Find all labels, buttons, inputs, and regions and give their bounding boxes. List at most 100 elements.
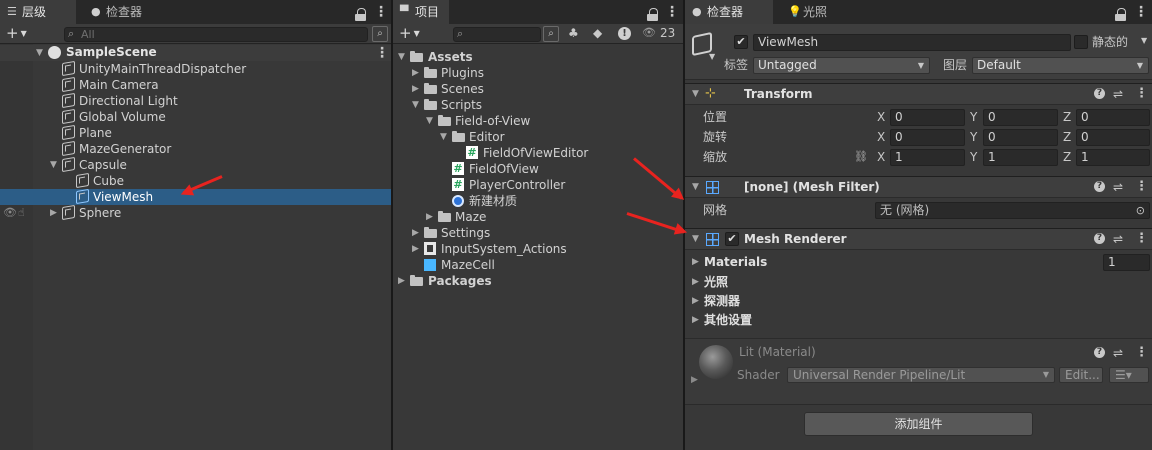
axis-y-label[interactable]: Y [970,109,977,126]
collapse-arrow-icon[interactable]: ▶ [398,273,408,289]
component-menu-icon[interactable]: ⋮ [1135,86,1148,102]
project-tree-item[interactable]: # FieldOfViewEditor [393,145,683,161]
hierarchy-item[interactable]: Plane [0,124,391,141]
project-tree-item[interactable]: ▼ Assets [393,49,683,65]
icon-dropdown-arrow-icon[interactable]: ▼ [709,52,715,61]
axis-x-label[interactable]: X [877,129,885,146]
collapse-arrow-icon[interactable]: ▶ [412,81,422,97]
tag-dropdown[interactable]: Untagged [753,57,930,74]
hierarchy-item[interactable]: MazeGenerator [0,140,391,157]
presets-icon[interactable]: ⇌ [1113,345,1123,361]
shader-options-button[interactable]: ☰▾ [1109,367,1149,383]
presets-icon[interactable]: ⇌ [1113,86,1123,102]
collapse-arrow-icon[interactable]: ▶ [692,254,699,271]
collapse-arrow-icon[interactable]: ▶ [50,205,60,221]
expand-arrow-icon[interactable]: ▼ [426,113,436,129]
other-settings-foldout[interactable]: ▶ 其他设置 [685,312,885,329]
collapse-arrow-icon[interactable]: ▶ [426,209,436,225]
position-y-field[interactable]: 0 [983,109,1058,126]
layer-dropdown[interactable]: Default [972,57,1149,74]
axis-y-label[interactable]: Y [970,129,977,146]
hierarchy-item[interactable]: UnityMainThreadDispatcher [0,60,391,77]
rotation-x-field[interactable]: 0 [890,129,965,146]
presets-icon[interactable]: ⇌ [1113,179,1123,195]
axis-x-label[interactable]: X [877,149,885,166]
project-tree-item[interactable]: ▶ InputSystem_Actions [393,241,683,257]
search-mode-icon[interactable]: ⌕ [543,26,559,42]
collapse-arrow-icon[interactable]: ▶ [691,375,698,385]
collapse-arrow-icon[interactable]: ▶ [692,274,699,291]
scale-y-field[interactable]: 1 [983,149,1058,166]
mesh-object-field[interactable]: 无 (网格) ⊙ [875,202,1150,219]
mesh-renderer-header[interactable]: ▼ ✔ Mesh Renderer ? ⇌ ⋮ [685,228,1152,250]
axis-x-label[interactable]: X [877,109,885,126]
hidden-packages-icon[interactable]: 👁 [642,26,656,39]
project-tree-item[interactable]: # PlayerController [393,177,683,193]
help-icon[interactable]: ? [1094,233,1105,244]
static-dropdown-arrow-icon[interactable]: ▼ [1141,36,1147,45]
edit-shader-button[interactable]: Edit... [1059,367,1103,383]
lighting-foldout[interactable]: ▶ 光照 [685,274,885,291]
expand-arrow-icon[interactable]: ▼ [440,129,450,145]
hierarchy-item[interactable]: ▼ Capsule [0,156,391,173]
expand-arrow-icon[interactable]: ▼ [692,177,702,197]
rotation-z-field[interactable]: 0 [1076,129,1150,146]
log-warning-icon[interactable]: ! [618,27,631,40]
collapse-arrow-icon[interactable]: ▶ [692,312,699,329]
project-tree-item[interactable]: MazeCell [393,257,683,273]
mesh-renderer-enabled-checkbox[interactable]: ✔ [725,232,739,246]
tab-lighting[interactable]: 💡 光照 [781,0,851,24]
mesh-filter-header[interactable]: ▼ [none] (Mesh Filter) ? ⇌ ⋮ [685,176,1152,198]
expand-arrow-icon[interactable]: ▼ [398,49,408,65]
expand-arrow-icon[interactable]: ▼ [36,45,46,61]
more-menu-icon[interactable]: ⋮ [1134,4,1148,20]
component-menu-icon[interactable]: ⋮ [1135,179,1148,195]
scene-row[interactable]: ▼ SampleScene ⋮ [0,45,391,61]
position-z-field[interactable]: 0 [1076,109,1150,126]
object-name-input[interactable]: ViewMesh [753,34,1071,51]
materials-count-field[interactable]: 1 [1103,254,1150,271]
project-tree-item[interactable]: ▶ Scenes [393,81,683,97]
project-tree-item[interactable]: ▼ Editor [393,129,683,145]
tab-inspector-left[interactable]: ● 检查器 [84,0,164,24]
create-asset-dropdown-button[interactable]: + ▼ [399,24,420,44]
pickable-hand-icon[interactable]: ☝ [18,205,25,221]
shader-dropdown[interactable]: Universal Render Pipeline/Lit ▼ [787,367,1055,383]
expand-arrow-icon[interactable]: ▼ [412,97,422,113]
tab-project[interactable]: ▀ 项目 [393,0,449,24]
expand-arrow-icon[interactable]: ▼ [50,157,60,173]
more-menu-icon[interactable]: ⋮ [374,4,388,20]
project-tree-item[interactable]: 新建材质 [393,193,683,209]
collapse-arrow-icon[interactable]: ▶ [692,293,699,310]
expand-arrow-icon[interactable]: ▼ [692,229,702,249]
help-icon[interactable]: ? [1094,181,1105,192]
project-tree-item[interactable]: ▶ Packages [393,273,683,289]
collapse-arrow-icon[interactable]: ▶ [412,225,422,241]
hierarchy-item[interactable]: Directional Light [0,92,391,109]
hierarchy-search-input[interactable]: All [64,27,368,42]
project-search-input[interactable] [453,27,541,42]
hierarchy-item[interactable]: Global Volume [0,108,391,125]
materials-foldout[interactable]: ▶ Materials [685,254,1085,271]
collapse-arrow-icon[interactable]: ▶ [412,241,422,257]
project-tree-item[interactable]: ▼ Field-of-View [393,113,683,129]
expand-arrow-icon[interactable]: ▼ [692,84,702,104]
project-tree-item[interactable]: ▶ Settings [393,225,683,241]
hierarchy-item[interactable]: Main Camera [0,76,391,93]
scene-menu-icon[interactable]: ⋮ [375,45,389,61]
axis-z-label[interactable]: Z [1063,129,1071,146]
active-checkbox[interactable]: ✔ [734,35,748,49]
hierarchy-item-selected[interactable]: ViewMesh [0,188,391,205]
filter-by-type-icon[interactable]: ♣ [568,26,579,40]
transform-header[interactable]: ▼ ⊹ Transform ? ⇌ ⋮ [685,83,1152,105]
axis-z-label[interactable]: Z [1063,109,1071,126]
constrain-proportions-link-icon[interactable]: ⛓ [854,150,868,163]
project-tree-item[interactable]: ▼ Scripts [393,97,683,113]
scene-search-mode-icon[interactable]: ⌕ [372,26,388,42]
tab-hierarchy[interactable]: ☰ 层级 [0,0,76,24]
static-checkbox[interactable] [1074,35,1088,49]
material-menu-icon[interactable]: ⋮ [1135,345,1148,361]
component-menu-icon[interactable]: ⋮ [1135,231,1148,247]
lock-icon[interactable] [355,8,366,21]
lock-icon[interactable] [1115,8,1126,21]
